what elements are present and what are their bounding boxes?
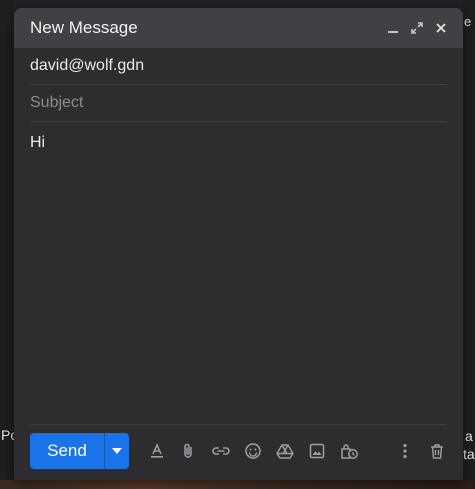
subject-input[interactable]: Subject (30, 94, 83, 112)
background-text-fragment: a (465, 428, 473, 444)
link-icon[interactable] (205, 435, 237, 467)
photo-icon[interactable] (301, 435, 333, 467)
format-text-icon[interactable] (141, 435, 173, 467)
attach-icon[interactable] (173, 435, 205, 467)
more-options-icon[interactable] (389, 435, 421, 467)
message-body[interactable]: Hi (30, 128, 447, 425)
recipient-value[interactable]: david@wolf.gdn (30, 57, 144, 75)
subject-field[interactable]: Subject (30, 85, 447, 122)
compose-title: New Message (30, 18, 138, 37)
formatting-tools (141, 435, 365, 467)
desktop-strip (0, 480, 475, 489)
drive-icon[interactable] (269, 435, 301, 467)
emoji-icon[interactable] (237, 435, 269, 467)
send-button-group: Send (30, 433, 129, 469)
background-text-fragment: ta (463, 446, 475, 462)
compose-toolbar: Send (30, 432, 453, 470)
to-field[interactable]: david@wolf.gdn (30, 48, 447, 85)
message-body-text[interactable]: Hi (30, 134, 45, 151)
compose-titlebar[interactable]: New Message (14, 8, 463, 48)
compose-window: New Message david@wolf.gdn Subject Hi Se… (14, 8, 463, 480)
confidential-icon[interactable] (333, 435, 365, 467)
send-options-button[interactable] (104, 433, 129, 469)
background-left (0, 0, 14, 489)
expand-icon[interactable] (405, 16, 429, 40)
close-icon[interactable] (429, 16, 453, 40)
trash-icon[interactable] (421, 435, 453, 467)
send-button[interactable]: Send (30, 433, 104, 469)
background-right (463, 0, 475, 489)
background-text-fragment: e (464, 14, 472, 29)
minimize-icon[interactable] (381, 16, 405, 40)
chevron-down-icon (112, 448, 122, 454)
